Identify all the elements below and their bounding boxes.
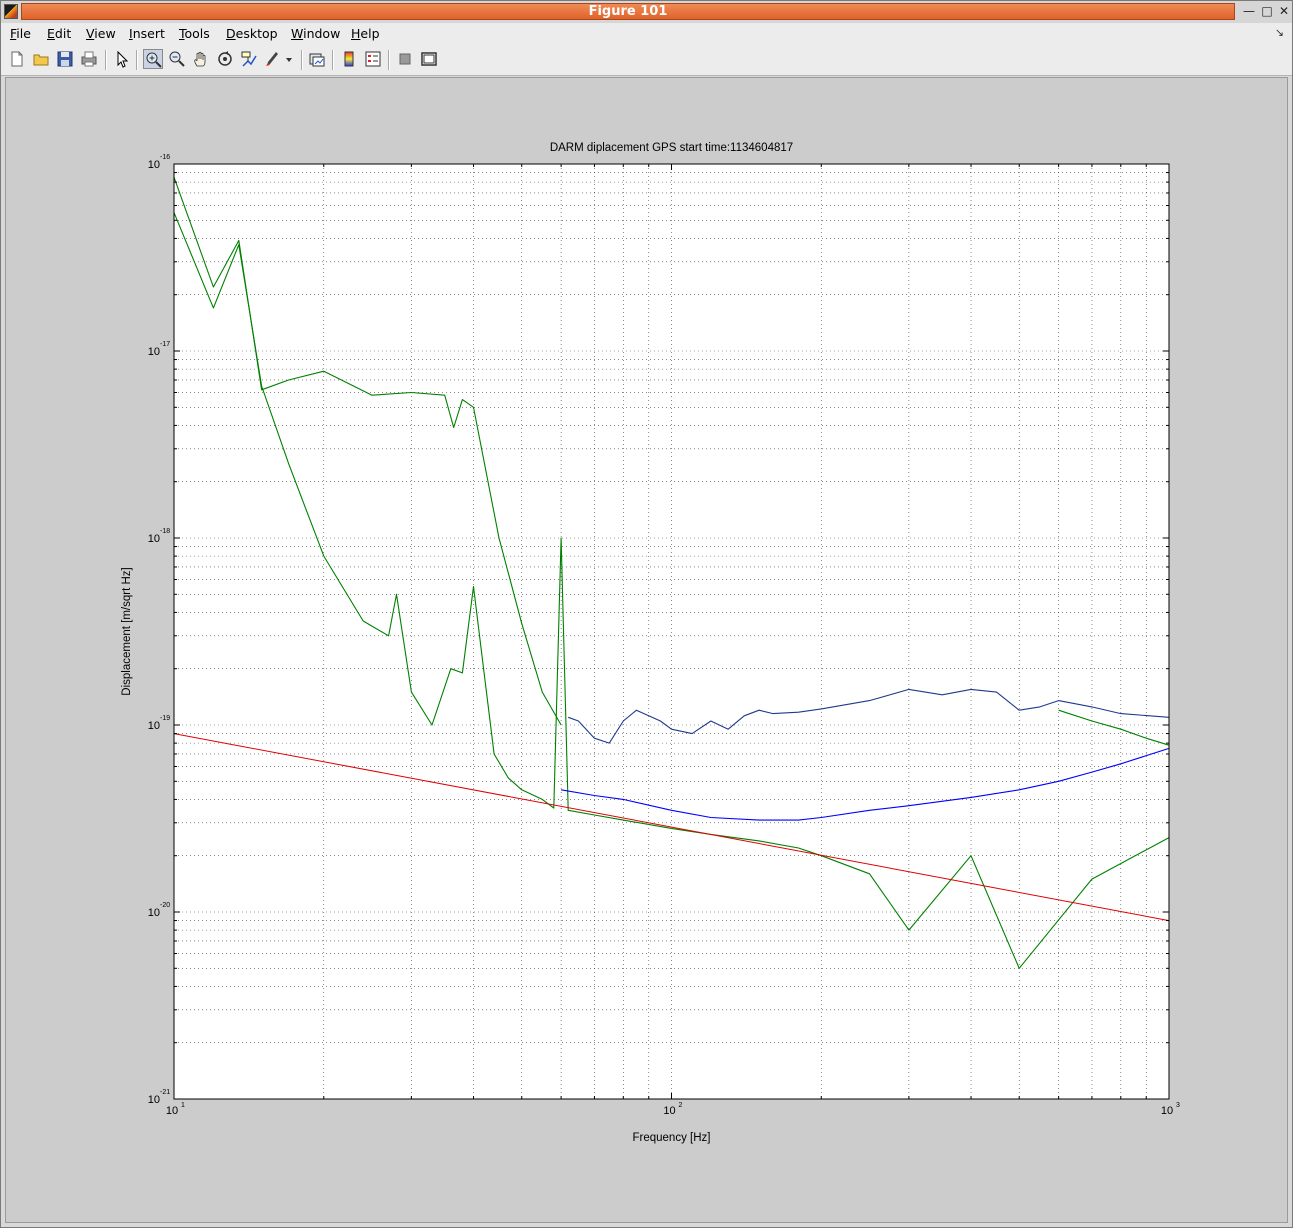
toolbar-separator — [136, 50, 138, 70]
brush-icon[interactable] — [263, 49, 283, 69]
menu-edit[interactable]: Edit — [47, 26, 71, 41]
link-plot-icon[interactable] — [307, 49, 327, 69]
menu-help[interactable]: Help — [351, 26, 380, 41]
x-tick-label: 10 — [166, 1105, 178, 1117]
insert-legend-icon[interactable] — [363, 49, 383, 69]
x-axis-title: Frequency [Hz] — [633, 1132, 711, 1144]
data-cursor-icon[interactable] — [239, 49, 259, 69]
y-axis-title: Displacement [m/sqrt Hz] — [121, 567, 133, 695]
toolbar-separator — [332, 50, 334, 70]
x-tick-exponent: 2 — [679, 1102, 683, 1109]
toolbar-separator — [105, 50, 107, 70]
show-plot-tools-icon[interactable] — [419, 49, 439, 69]
menu-window[interactable]: Window — [291, 26, 340, 41]
menu-insert[interactable]: Insert — [129, 26, 165, 41]
maximize-icon[interactable]: □ — [1259, 4, 1275, 19]
save-icon[interactable] — [55, 49, 75, 69]
y-tick-label: 10 — [148, 1094, 160, 1106]
y-tick-label: 10 — [148, 720, 160, 732]
zoom-out-icon[interactable] — [167, 49, 187, 69]
menu-desktop[interactable]: Desktop — [226, 26, 278, 41]
menu-dock-arrow-icon[interactable]: ↘ — [1275, 26, 1284, 39]
plot-area[interactable]: 10 1 10 2 10 310-1610-1710-1810-1910-2010-21 … — [6, 78, 1287, 1222]
x-tick-exponent: 3 — [1176, 1102, 1180, 1109]
matlab-icon[interactable] — [4, 4, 18, 19]
zoom-in-icon[interactable] — [143, 49, 163, 69]
y-tick-label: 10 — [148, 533, 160, 545]
new-figure-icon[interactable] — [7, 49, 27, 69]
title-bar[interactable]: Figure 101 — □ ✕ — [1, 1, 1292, 23]
pan-hand-icon[interactable] — [191, 49, 211, 69]
y-tick-exponent: -17 — [160, 341, 170, 348]
brush-dropdown-icon[interactable] — [283, 49, 295, 69]
close-icon[interactable]: ✕ — [1276, 4, 1292, 19]
y-tick-label: 10 — [148, 159, 160, 171]
menu-bar: File Edit View Insert Tools Desktop Wind… — [1, 23, 1292, 45]
y-tick-exponent: -18 — [160, 528, 170, 535]
y-tick-label: 10 — [148, 907, 160, 919]
x-tick-label: 10 — [663, 1105, 675, 1117]
toolbar-separator — [388, 50, 390, 70]
edit-plot-arrow-icon[interactable] — [112, 49, 132, 69]
y-tick-exponent: -16 — [160, 154, 170, 161]
insert-colorbar-icon[interactable] — [339, 49, 359, 69]
y-tick-exponent: -19 — [160, 715, 170, 722]
x-tick-label: 10 — [1161, 1105, 1173, 1117]
rotate-3d-icon[interactable] — [215, 49, 235, 69]
open-file-icon[interactable] — [31, 49, 51, 69]
y-tick-label: 10 — [148, 346, 160, 358]
menu-tools[interactable]: Tools — [179, 26, 210, 41]
figure-toolbar — [1, 45, 1292, 76]
minimize-icon[interactable]: — — [1241, 4, 1257, 19]
menu-file[interactable]: File — [10, 26, 31, 41]
y-tick-exponent: -20 — [160, 902, 170, 909]
chart-title: DARM diplacement GPS start time:11346048… — [550, 142, 793, 154]
menu-view[interactable]: View — [86, 26, 116, 41]
print-icon[interactable] — [79, 49, 99, 69]
toolbar-separator — [301, 50, 303, 70]
figure-window: Figure 101 — □ ✕ File Edit View Insert T… — [0, 0, 1293, 1228]
hide-plot-tools-icon[interactable] — [395, 49, 415, 69]
window-title: Figure 101 — [21, 3, 1235, 20]
x-tick-exponent: 1 — [181, 1102, 185, 1109]
figure-canvas[interactable]: 10 1 10 2 10 3 10 -16 10 -17 10 -18 10 -19 10 -20 10 -21 … — [5, 77, 1288, 1223]
y-tick-exponent: -21 — [160, 1089, 170, 1096]
